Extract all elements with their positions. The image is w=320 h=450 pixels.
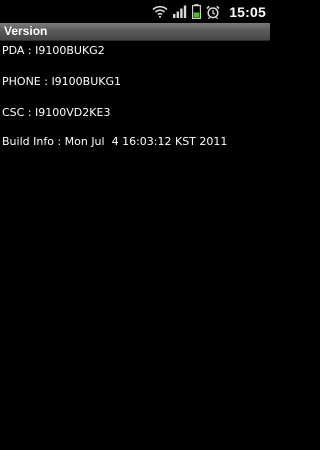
- csc-version: CSC : I9100VD2KE3: [2, 106, 111, 119]
- wifi-icon: [152, 5, 168, 18]
- signal-icon: [173, 5, 187, 18]
- title-bar: Version: [0, 23, 270, 41]
- status-clock: 15:05: [229, 3, 266, 20]
- page-title: Version: [4, 24, 48, 38]
- status-icons: 15:05: [152, 0, 266, 23]
- status-bar: 15:05: [0, 0, 270, 23]
- battery-icon: [192, 4, 202, 19]
- alarm-icon: [206, 5, 220, 19]
- phone-version: PHONE : I9100BUKG1: [2, 75, 122, 88]
- build-info: Build Info : Mon Jul 4 16:03:12 KST 2011: [2, 135, 228, 148]
- pda-version: PDA : I9100BUKG2: [2, 44, 105, 57]
